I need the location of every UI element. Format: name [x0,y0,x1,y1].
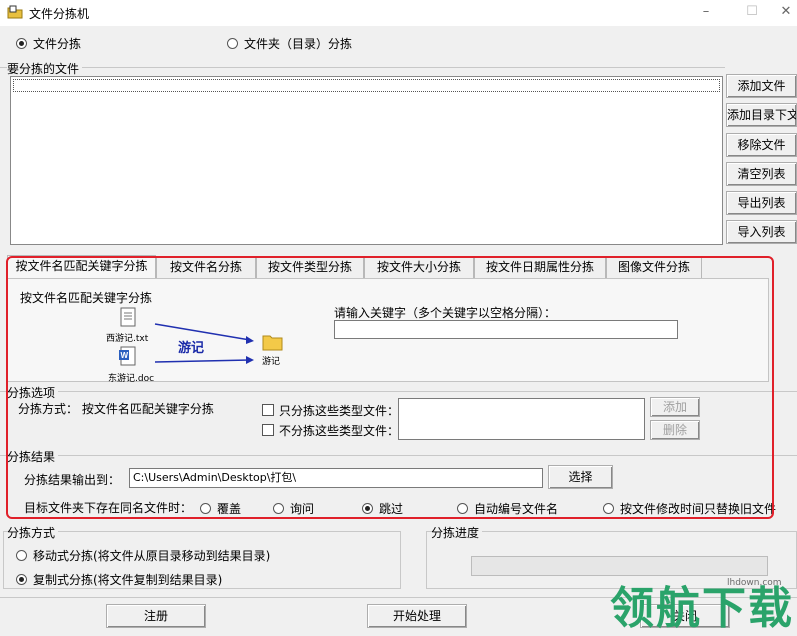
radio-checked-icon [16,38,27,49]
radio-label: 文件夹（目录）分拣 [244,37,353,51]
import-list-button[interactable]: 导入列表 [726,220,797,244]
start-button[interactable]: 开始处理 [367,604,467,628]
remove-file-button[interactable]: 移除文件 [726,133,797,157]
radio-checked-icon [16,574,27,585]
radio-label: 文件分拣 [33,37,82,51]
radio-label: 移动式分拣(将文件从原目录移动到结果目录) [33,549,271,563]
highlight-frame [6,256,774,519]
window-title: 文件分拣机 [29,7,90,21]
sort-mode-label: 分拣方式 [7,524,59,541]
radio-copy-mode[interactable]: 复制式分拣(将文件复制到结果目录) [16,571,222,588]
close-button[interactable]: ✕ [775,0,797,26]
add-file-button[interactable]: 添加文件 [726,74,797,98]
radio-folder-sort[interactable]: 文件夹（目录）分拣 [227,35,352,52]
radio-label: 复制式分拣(将文件复制到结果目录) [33,573,223,587]
app-icon [7,5,23,19]
title-bar [0,0,797,26]
minimize-button[interactable]: – [683,0,729,26]
file-list-focus-row [13,79,720,92]
export-list-button[interactable]: 导出列表 [726,191,797,215]
radio-unchecked-icon [16,550,27,561]
radio-move-mode[interactable]: 移动式分拣(将文件从原目录移动到结果目录) [16,547,270,564]
watermark-url: lhdown.com [727,578,782,588]
radio-unchecked-icon [227,38,238,49]
radio-file-sort[interactable]: 文件分拣 [16,35,81,52]
file-list[interactable] [10,76,723,245]
clear-list-button[interactable]: 清空列表 [726,162,797,186]
add-directory-button[interactable]: 添加目录下文 [726,103,797,127]
files-group-label: 要分拣的文件 [7,60,83,77]
progress-label: 分拣进度 [431,524,483,541]
register-button[interactable]: 注册 [106,604,206,628]
maximize-button[interactable]: ☐ [729,0,775,26]
